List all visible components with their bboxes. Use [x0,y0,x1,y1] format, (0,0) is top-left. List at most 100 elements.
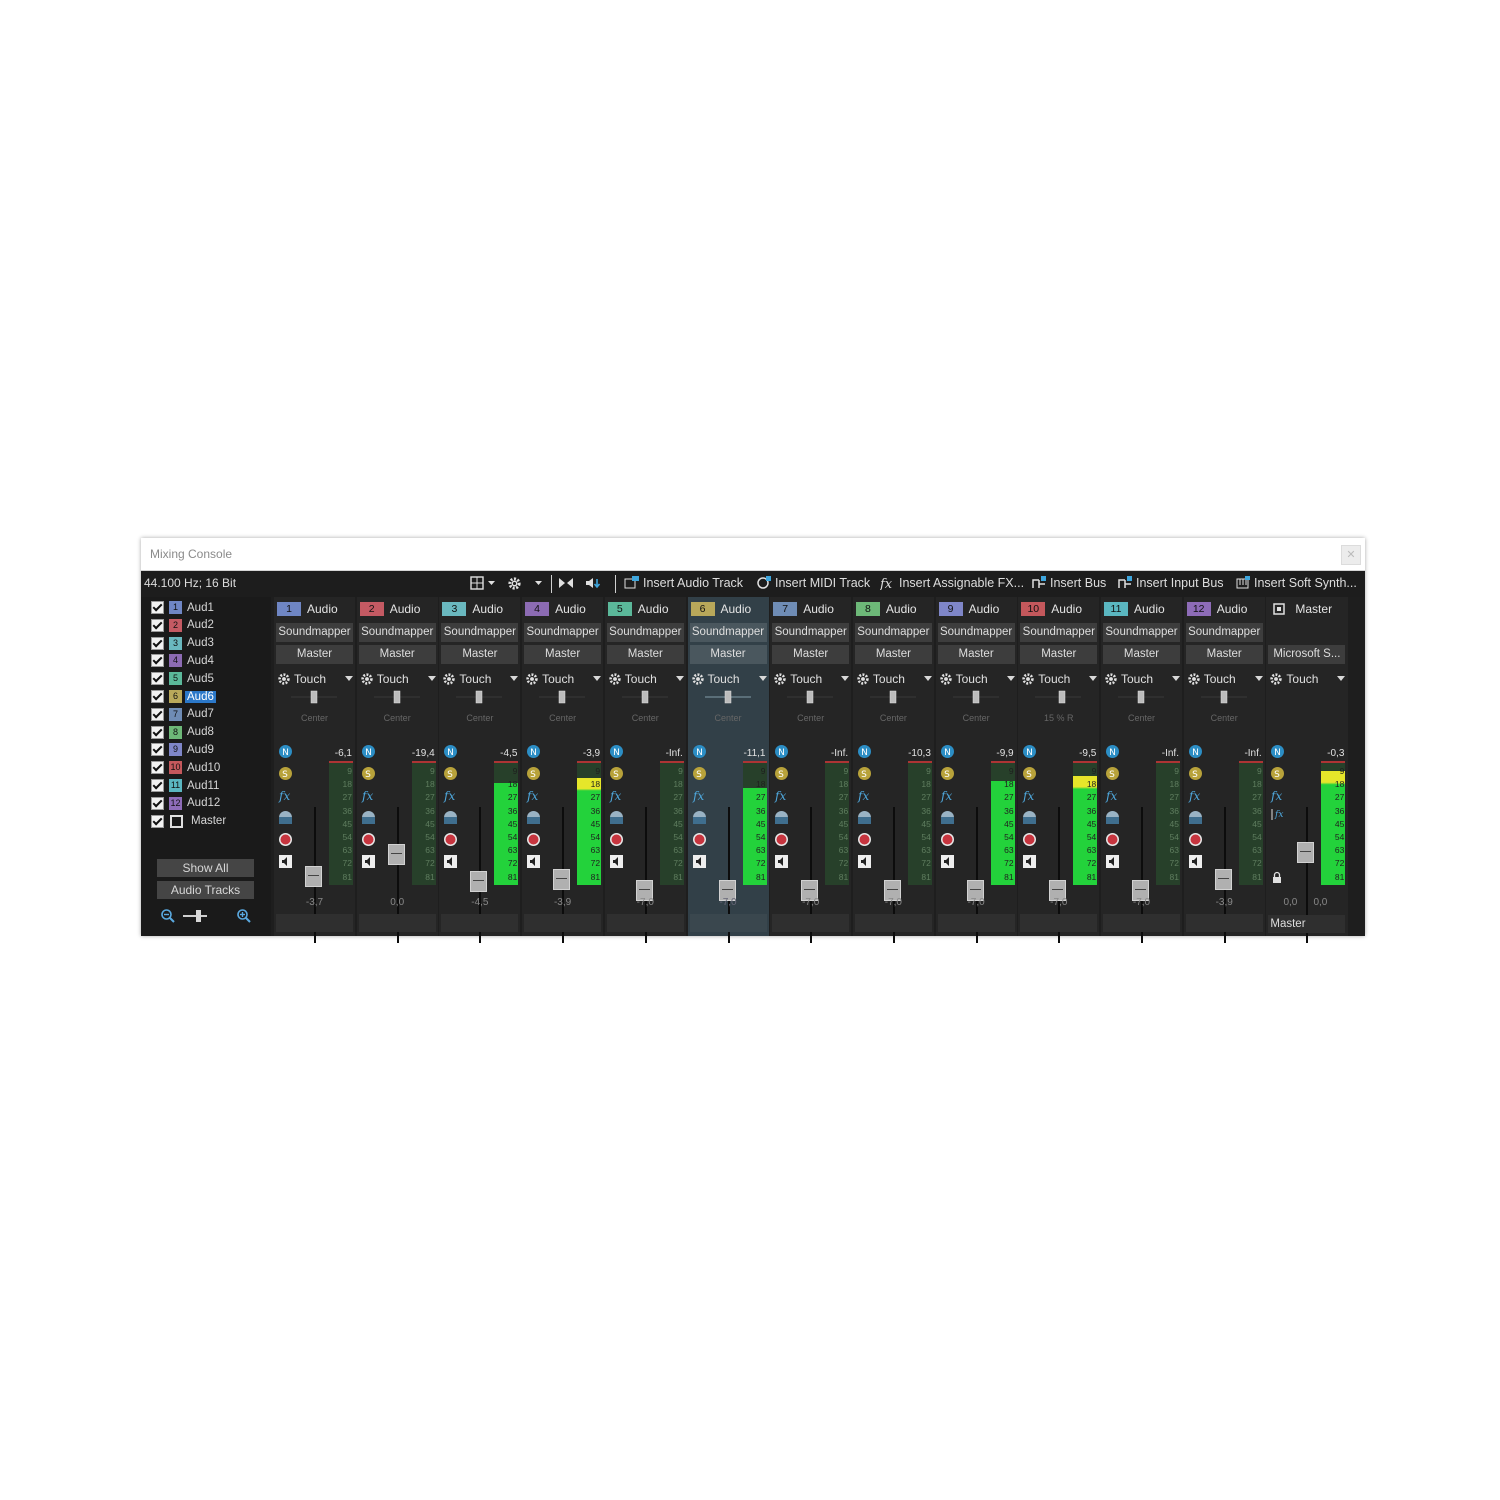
mute-icon[interactable] [1188,810,1203,825]
speaker-icon[interactable] [857,854,872,869]
automation-mode-dropdown[interactable]: Touch [360,670,436,687]
strip-header[interactable]: 8 Audio [855,601,917,617]
speaker-icon[interactable] [1022,854,1037,869]
volume-fader[interactable] [470,871,488,893]
track-list-item[interactable]: 10 Aud10 [151,759,222,776]
strip-header[interactable]: 5 Audio [607,601,669,617]
record-arm-icon[interactable] [1188,832,1203,847]
output-routing-select[interactable]: Master [1103,645,1180,664]
volume-fader[interactable] [305,865,322,887]
input-device-select[interactable]: Soundmapper [937,623,1015,642]
insert-input-bus-button[interactable]: Insert Input Bus [1117,573,1224,593]
speaker-icon[interactable] [609,854,624,869]
phase-invert-icon[interactable]: N [1188,744,1203,759]
output-routing-select[interactable]: Master [854,645,932,664]
pan-slider[interactable] [289,689,339,705]
fx-icon[interactable]: fx [526,788,541,803]
fx-icon[interactable]: fx [278,788,293,803]
mute-icon[interactable] [692,810,707,825]
strip-header[interactable]: 9 Audio [938,601,999,617]
fx-icon[interactable]: fx [692,788,707,803]
track-visible-checkbox[interactable] [151,601,164,614]
automation-mode-dropdown[interactable]: Touch [939,670,1015,687]
phase-invert-icon[interactable]: N [361,744,376,759]
fx-icon[interactable]: fx [609,788,624,803]
pan-slider[interactable] [1033,689,1083,705]
track-visible-checkbox[interactable] [151,725,164,739]
output-routing-select[interactable]: Master [937,645,1015,664]
gain-value[interactable]: -7,0 [1101,897,1182,908]
output-routing-select[interactable]: Master [689,645,767,664]
automation-mode-dropdown[interactable]: Touch [1269,670,1346,687]
pan-slider[interactable] [785,689,835,705]
post-fx-icon[interactable]: fx [1270,807,1285,822]
phase-invert-icon[interactable]: N [857,744,872,759]
volume-fader[interactable] [1297,842,1315,864]
phase-invert-icon[interactable]: N [1270,744,1285,759]
strip-header[interactable]: 10 Audio [1021,601,1082,617]
phase-invert-icon[interactable]: N [940,744,955,759]
fx-icon[interactable]: fx [443,788,458,803]
mute-icon[interactable] [443,810,458,825]
input-device-select[interactable]: Soundmapper [441,623,519,642]
insert-midi-track-button[interactable]: Insert MIDI Track [756,573,870,593]
track-list-item[interactable]: 9 Aud9 [151,741,216,758]
automation-mode-dropdown[interactable]: Touch [691,670,767,687]
pan-slider[interactable] [620,689,670,705]
track-list-item[interactable]: 3 Aud3 [151,635,216,652]
grid-view-icon[interactable] [470,573,499,593]
chevron-down-icon[interactable] [534,573,546,593]
record-arm-icon[interactable] [609,832,624,847]
bowtie-collapse-icon[interactable] [558,573,577,593]
record-arm-icon[interactable] [940,832,955,847]
track-list-item[interactable]: 7 Aud7 [151,706,216,723]
output-device-select[interactable]: Microsoft S... [1268,645,1346,664]
solo-icon[interactable]: S [1188,766,1203,781]
automation-mode-dropdown[interactable]: Touch [277,670,353,687]
input-device-select[interactable]: Soundmapper [524,623,602,642]
input-device-select[interactable]: Soundmapper [1103,623,1180,642]
insert-assignable-fx-button[interactable]: fx Insert Assignable FX... [880,573,1024,593]
pan-slider[interactable] [703,689,753,705]
pan-slider[interactable] [537,689,587,705]
strip-header[interactable]: 12 Audio [1186,601,1247,617]
mute-icon[interactable] [1022,810,1037,825]
fx-icon[interactable]: fx [361,788,376,803]
track-visible-checkbox[interactable] [151,654,164,668]
solo-icon[interactable]: S [1022,766,1037,781]
track-list-item[interactable]: 12 Aud12 [151,795,222,812]
volume-fader[interactable] [553,869,571,890]
speaker-icon[interactable] [774,854,789,869]
mute-icon[interactable] [609,810,624,825]
solo-icon[interactable]: S [692,766,707,781]
automation-mode-dropdown[interactable]: Touch [608,670,684,687]
fx-icon[interactable]: fx [940,788,955,803]
track-list-item[interactable]: 11 Aud11 [151,777,221,794]
gain-value[interactable]: -3,9 [1184,897,1265,908]
pan-slider[interactable] [951,689,1001,705]
insert-audio-track-button[interactable]: Insert Audio Track [624,573,743,593]
speaker-input-icon[interactable] [585,573,606,593]
strip-header[interactable]: 11 Audio [1104,601,1165,617]
input-device-select[interactable]: Soundmapper [772,623,850,642]
lock-icon[interactable] [1270,870,1285,885]
track-visible-checkbox[interactable] [151,796,164,810]
insert-soft-synth-button[interactable]: Insert Soft Synth... [1235,573,1357,593]
output-routing-select[interactable]: Master [441,645,519,664]
speaker-icon[interactable] [443,854,458,869]
strip-header[interactable]: 3 Audio [442,601,503,617]
pan-slider[interactable] [1199,689,1249,705]
fx-icon[interactable]: fx [1270,788,1285,803]
phase-invert-icon[interactable]: N [774,744,789,759]
strip-header[interactable]: 2 Audio [359,601,420,617]
zoom-in-icon[interactable] [236,908,252,924]
output-routing-select[interactable]: Master [358,645,436,664]
speaker-icon[interactable] [1105,854,1120,869]
automation-mode-dropdown[interactable]: Touch [856,670,932,687]
output-routing-select[interactable]: Master [276,645,353,664]
pan-slider[interactable] [454,689,504,705]
record-arm-icon[interactable] [443,832,458,847]
output-routing-select[interactable]: Master [606,645,684,664]
master-header[interactable]: Master [1269,601,1332,617]
phase-invert-icon[interactable]: N [692,744,707,759]
